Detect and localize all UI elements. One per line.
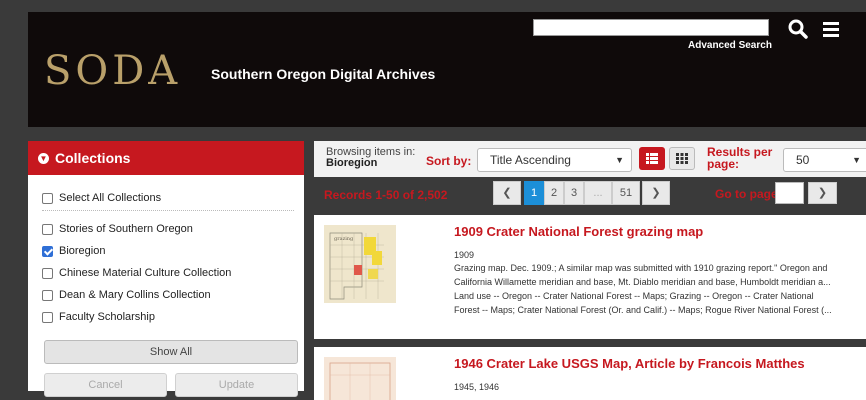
result-title[interactable]: 1946 Crater Lake USGS Map, Article by Fr… <box>454 356 805 371</box>
divider <box>42 210 294 211</box>
go-to-page-label: Go to page <box>715 187 778 201</box>
select-all-label: Select All Collections <box>59 192 162 204</box>
collection-item-chinese[interactable]: Chinese Material Culture Collection <box>42 267 231 279</box>
update-button[interactable]: Update <box>175 373 298 397</box>
list-view-icon <box>646 153 658 164</box>
cancel-button[interactable]: Cancel <box>44 373 167 397</box>
sort-value: Title Ascending <box>490 153 571 167</box>
sort-select[interactable]: Title Ascending ▼ <box>477 148 632 172</box>
result-year: 1909 <box>454 250 475 260</box>
collection-item-faculty[interactable]: Faculty Scholarship <box>42 311 155 323</box>
description-line: California Willamette meridian and base,… <box>454 277 831 287</box>
result-title[interactable]: 1909 Crater National Forest grazing map <box>454 224 703 239</box>
go-to-page-button[interactable]: ❯ <box>808 182 837 204</box>
browsing-in: Browsing items in: Bioregion <box>326 147 415 169</box>
list-view-button[interactable] <box>639 147 665 170</box>
description-line: Grazing map. Dec. 1909.; A similar map w… <box>454 263 828 273</box>
chevron-down-icon: ▼ <box>38 152 49 164</box>
show-all-button[interactable]: Show All <box>44 340 298 364</box>
collection-item-bioregion[interactable]: Bioregion <box>42 245 105 257</box>
checkbox[interactable] <box>42 289 53 301</box>
description-line: Forest -- Maps; Crater National Forest (… <box>454 305 832 315</box>
chevron-right-icon: ❯ <box>817 187 828 199</box>
checkbox-checked[interactable] <box>42 245 53 257</box>
content-area: ▼ Collections Select All Collections Sto… <box>28 127 866 400</box>
result-year: 1945, 1946 <box>454 382 500 392</box>
chevron-right-icon: ❯ <box>651 187 661 199</box>
menu-button[interactable] <box>821 20 841 38</box>
svg-text:grazing: grazing <box>334 236 354 242</box>
page: SODA Southern Oregon Digital Archives Ad… <box>28 12 866 400</box>
sort-label: Sort by: <box>426 154 472 168</box>
collection-label: Dean & Mary Collins Collection <box>59 289 211 301</box>
go-to-page-input[interactable] <box>775 182 804 204</box>
collection-label: Faculty Scholarship <box>59 311 155 323</box>
result-card: grazing 1909 Crater National Forest graz… <box>314 215 866 339</box>
soda-logo[interactable]: SODA <box>44 48 181 94</box>
checkbox[interactable] <box>42 311 53 323</box>
advanced-search-link[interactable]: Advanced Search <box>688 40 772 51</box>
records-count: Records 1-50 of 2,502 <box>324 188 448 202</box>
results-per-page-value: 50 <box>796 153 810 167</box>
page-51[interactable]: 51 <box>612 181 640 205</box>
checkbox[interactable] <box>42 223 53 235</box>
chevron-down-icon: ▼ <box>615 155 624 165</box>
map-image: grazing <box>324 225 396 303</box>
results-per-page-label: Results per page: <box>707 146 772 170</box>
site-header: SODA Southern Oregon Digital Archives Ad… <box>28 12 866 127</box>
page-ellipsis: ... <box>584 181 612 205</box>
browsing-value: Bioregion <box>326 157 378 169</box>
collection-label: Stories of Southern Oregon <box>59 223 193 235</box>
page-1[interactable]: 1 <box>524 181 544 205</box>
grid-view-icon <box>676 153 688 164</box>
result-card: 1946 Crater Lake USGS Map, Article by Fr… <box>314 347 866 400</box>
select-all-collections[interactable]: Select All Collections <box>42 192 161 204</box>
grid-view-button[interactable] <box>669 147 695 170</box>
collection-label: Chinese Material Culture Collection <box>59 267 232 279</box>
results-per-page-select[interactable]: 50 ▼ <box>783 148 866 172</box>
map-thumbnail[interactable]: grazing <box>324 225 396 303</box>
page-3[interactable]: 3 <box>564 181 584 205</box>
page-2[interactable]: 2 <box>544 181 564 205</box>
collection-item-collins[interactable]: Dean & Mary Collins Collection <box>42 289 211 301</box>
next-page-button[interactable]: ❯ <box>642 181 670 205</box>
map-image <box>324 357 396 400</box>
checkbox[interactable] <box>42 267 53 279</box>
checkbox[interactable] <box>42 192 53 204</box>
description-line: Land use -- Oregon -- Crater National Fo… <box>454 291 814 301</box>
collection-label: Bioregion <box>59 245 106 257</box>
browse-toolbar: Browsing items in: Bioregion Sort by: Ti… <box>314 141 866 177</box>
result-description: Grazing map. Dec. 1909.; A similar map w… <box>454 261 866 317</box>
chevron-left-icon: ❮ <box>502 187 512 199</box>
collections-header[interactable]: ▼ Collections <box>28 141 304 175</box>
search-input[interactable] <box>533 19 769 36</box>
search-icon <box>788 19 808 39</box>
hamburger-menu-icon <box>823 22 839 25</box>
search-button[interactable] <box>787 18 809 40</box>
site-title[interactable]: Southern Oregon Digital Archives <box>211 66 435 82</box>
chevron-down-icon: ▼ <box>852 155 861 165</box>
map-thumbnail[interactable] <box>324 357 396 400</box>
collection-item-stories[interactable]: Stories of Southern Oregon <box>42 223 193 235</box>
collections-title: Collections <box>55 150 131 166</box>
collections-panel: ▼ Collections Select All Collections Sto… <box>28 141 304 397</box>
page-label: page: <box>707 157 740 171</box>
prev-page-button[interactable]: ❮ <box>493 181 521 205</box>
